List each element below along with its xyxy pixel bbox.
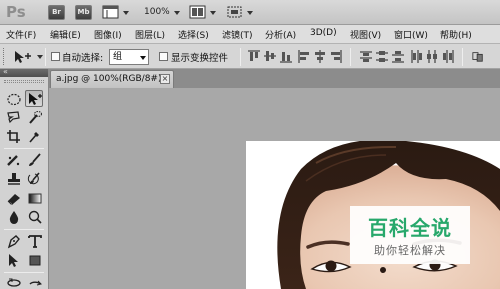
arrange-documents-icon[interactable] [189, 5, 207, 20]
type-tool-icon[interactable] [26, 233, 44, 250]
3d-orbit-tool-icon[interactable] [26, 274, 44, 289]
distribute-bottom-edges-icon[interactable] [392, 50, 404, 63]
show-transform-controls-label: 显示变换控件 [171, 53, 229, 64]
mini-bridge-button[interactable]: Mb [75, 5, 92, 20]
distribute-top-edges-icon[interactable] [360, 50, 372, 63]
chevron-down-icon [140, 56, 146, 60]
tools-panel-grip[interactable] [4, 80, 44, 83]
auto-select-value: 组 [113, 52, 123, 62]
lasso-tool-icon[interactable] [5, 109, 23, 126]
align-horizontal-centers-icon[interactable] [314, 50, 326, 63]
chevron-down-icon[interactable] [247, 11, 253, 15]
blur-tool-icon[interactable] [5, 209, 23, 226]
gradient-tool-icon[interactable] [26, 190, 44, 207]
menu-edit[interactable]: 编辑(E) [50, 28, 81, 41]
application-bar: Ps Br Mb 100% [0, 0, 500, 25]
menu-filter[interactable]: 滤镜(T) [222, 28, 253, 41]
marquee-tool-icon[interactable] [5, 91, 23, 108]
eyedropper-tool-icon[interactable] [26, 128, 44, 145]
3d-rotate-tool-icon[interactable] [5, 274, 23, 289]
menu-image[interactable]: 图像(I) [94, 28, 122, 41]
tools-panel: « [0, 67, 49, 289]
options-bar: 自动选择: 组 显示变换控件 [0, 44, 500, 69]
align-left-edges-icon[interactable] [298, 50, 310, 63]
auto-select-label: 自动选择: [62, 53, 104, 64]
dodge-tool-icon[interactable] [26, 209, 44, 226]
screen-mode-icon[interactable] [226, 5, 244, 20]
chevron-down-icon[interactable] [174, 11, 180, 15]
menu-analysis[interactable]: 分析(A) [265, 28, 296, 41]
pen-tool-icon[interactable] [5, 233, 23, 250]
menu-select[interactable]: 选择(S) [178, 28, 209, 41]
clone-stamp-tool-icon[interactable] [5, 171, 23, 188]
menu-view[interactable]: 视图(V) [350, 28, 381, 41]
align-vertical-centers-icon[interactable] [264, 50, 276, 63]
divider [240, 48, 241, 66]
quick-selection-tool-icon[interactable] [26, 109, 44, 126]
collapse-panel-icon[interactable]: « [3, 67, 8, 76]
menu-file[interactable]: 文件(F) [6, 28, 36, 41]
distribute-right-edges-icon[interactable] [442, 50, 454, 63]
align-right-edges-icon[interactable] [330, 50, 342, 63]
photoshop-logo: Ps [6, 3, 26, 21]
tools-panel-header[interactable]: « [0, 67, 48, 77]
tool-preset-picker[interactable] [12, 49, 34, 65]
close-icon[interactable]: × [160, 74, 170, 84]
history-brush-tool-icon[interactable] [26, 171, 44, 188]
divider [350, 48, 351, 66]
view-extras-icon[interactable] [102, 5, 120, 20]
spot-healing-tool-icon[interactable] [5, 152, 23, 169]
divider [4, 272, 44, 273]
divider [4, 229, 44, 230]
menu-help[interactable]: 帮助(H) [440, 28, 472, 41]
watermark-title: 百科全说 [368, 216, 452, 240]
shape-tool-icon[interactable] [26, 252, 44, 269]
crop-tool-icon[interactable] [5, 128, 23, 145]
auto-align-layers-icon[interactable] [472, 50, 484, 63]
options-bar-grip[interactable] [3, 48, 6, 65]
move-tool-icon[interactable] [25, 90, 43, 107]
show-transform-controls-checkbox[interactable] [159, 52, 168, 61]
distribute-left-edges-icon[interactable] [410, 50, 422, 63]
distribute-horizontal-centers-icon[interactable] [426, 50, 438, 63]
distribute-vertical-centers-icon[interactable] [376, 50, 388, 63]
align-top-edges-icon[interactable] [248, 50, 260, 63]
align-bottom-edges-icon[interactable] [280, 50, 292, 63]
chevron-down-icon[interactable] [123, 11, 129, 15]
divider [4, 148, 44, 149]
watermark-subtitle: 助你轻松解决 [374, 244, 446, 257]
divider [45, 48, 46, 66]
launch-bridge-button[interactable]: Br [48, 5, 65, 20]
chevron-down-icon[interactable] [210, 11, 216, 15]
auto-select-dropdown[interactable]: 组 [109, 49, 149, 65]
menu-3d[interactable]: 3D(D) [310, 28, 337, 38]
brush-tool-icon[interactable] [26, 152, 44, 169]
document-tab[interactable]: a.jpg @ 100%(RGB/8#) × [50, 70, 174, 88]
document-tab-title: a.jpg @ 100%(RGB/8#) [56, 74, 162, 84]
chevron-down-icon[interactable] [37, 55, 43, 59]
menu-bar: 文件(F) 编辑(E) 图像(I) 图层(L) 选择(S) 滤镜(T) 分析(A… [0, 25, 500, 44]
zoom-level[interactable]: 100% [144, 7, 170, 17]
eraser-tool-icon[interactable] [5, 190, 23, 207]
menu-layer[interactable]: 图层(L) [135, 28, 165, 41]
watermark-badge: 百科全说 助你轻松解决 [350, 206, 470, 264]
divider [462, 48, 463, 66]
menu-window[interactable]: 窗口(W) [394, 28, 428, 41]
auto-select-checkbox[interactable] [51, 52, 60, 61]
path-selection-tool-icon[interactable] [5, 252, 23, 269]
